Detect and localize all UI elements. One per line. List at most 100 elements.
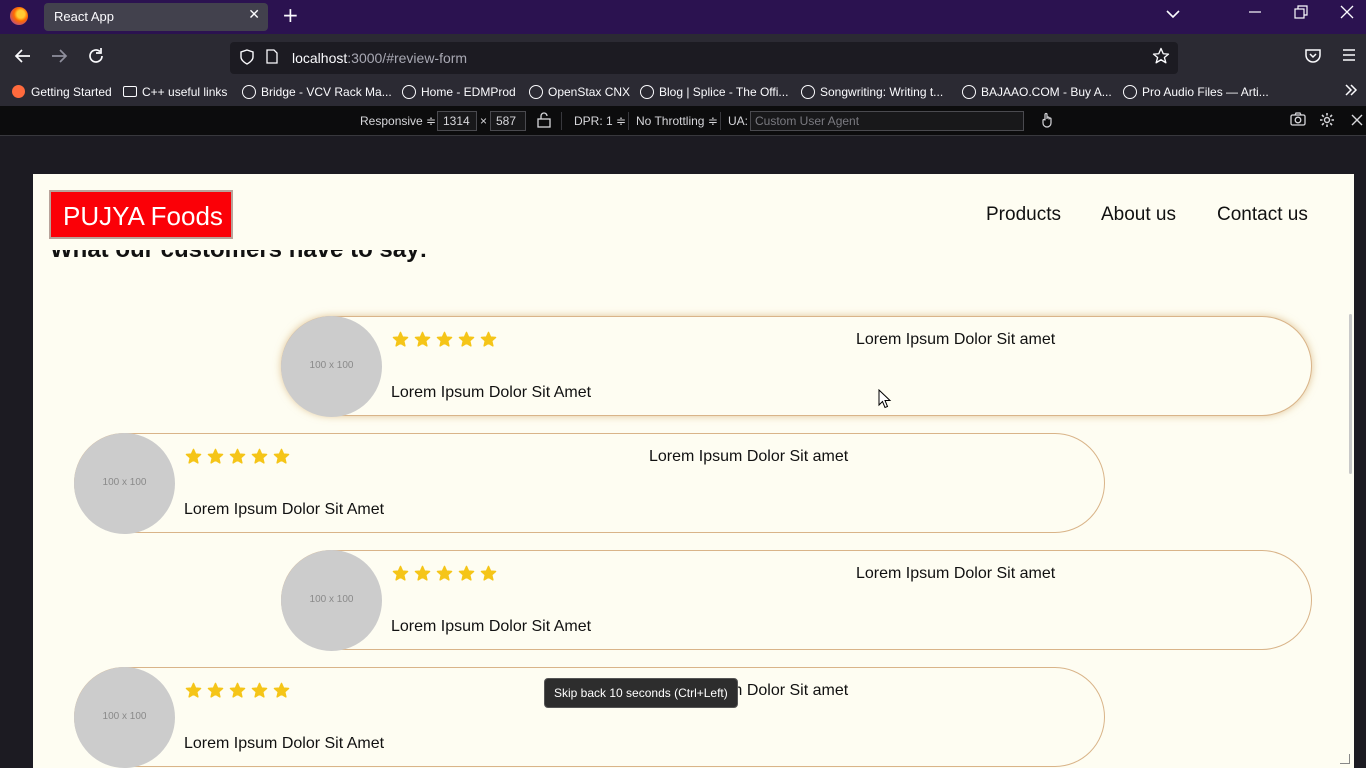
bookmark-label: Blog | Splice - The Offi... <box>659 85 789 99</box>
star-rating <box>185 448 295 468</box>
bookmark-item[interactable]: Pro Audio Files — Arti... <box>1123 85 1269 99</box>
viewport-height-input[interactable]: 587 <box>490 111 526 131</box>
restore-icon[interactable] <box>1286 5 1316 23</box>
nav-link-contact[interactable]: Contact us <box>1217 204 1308 226</box>
star-icon <box>392 331 409 348</box>
star-icon <box>229 448 246 465</box>
menu-icon[interactable] <box>1338 47 1360 67</box>
throttling-selector[interactable]: No Throttling ≑ <box>636 114 718 128</box>
rotate-viewport-icon[interactable] <box>536 112 552 132</box>
star-icon <box>273 448 290 465</box>
close-responsive-icon[interactable] <box>1351 112 1363 130</box>
star-icon <box>207 448 224 465</box>
media-tooltip: Skip back 10 seconds (Ctrl+Left) <box>544 678 738 708</box>
reviewer-avatar: 100 x 100 <box>281 550 382 651</box>
viewport-resize-handle[interactable] <box>1340 754 1350 764</box>
review-card[interactable]: 100 x 100 Lorem Ipsum Dolor Sit amet Lor… <box>74 433 1105 534</box>
minimize-icon[interactable] <box>1240 5 1270 23</box>
reviewer-avatar: 100 x 100 <box>74 433 175 534</box>
tab-close-icon[interactable]: ✕ <box>248 7 260 23</box>
star-icon <box>207 682 224 699</box>
avatar-placeholder-text: 100 x 100 <box>102 711 147 722</box>
page-scrollbar[interactable] <box>1349 314 1352 474</box>
site-header: PUJYA Foods Products About us Contact us <box>33 174 1354 250</box>
star-icon <box>273 682 290 699</box>
viewport-width-input[interactable]: 1314 <box>437 111 477 131</box>
reload-icon[interactable] <box>85 47 107 69</box>
more-bookmarks-icon[interactable] <box>1344 82 1358 101</box>
star-icon <box>414 331 431 348</box>
toolbar-separator <box>720 112 721 130</box>
bookmark-item[interactable]: BAJAAO.COM - Buy A... <box>962 85 1112 99</box>
bookmark-item[interactable]: Songwriting: Writing t... <box>801 85 943 99</box>
settings-gear-icon[interactable] <box>1319 112 1335 132</box>
brand-logo[interactable]: PUJYA Foods <box>49 190 233 239</box>
page-info-icon[interactable] <box>266 49 278 68</box>
navigation-toolbar: localhost:3000/#review-form <box>0 34 1366 80</box>
globe-icon <box>242 85 256 99</box>
globe-icon <box>640 85 654 99</box>
url-path: :3000/#review-form <box>347 50 468 66</box>
bookmark-label: Bridge - VCV Rack Ma... <box>261 85 392 99</box>
pocket-icon[interactable] <box>1302 47 1324 69</box>
bookmark-label: Songwriting: Writing t... <box>820 85 944 99</box>
firefox-icon <box>12 85 25 98</box>
avatar-placeholder-text: 100 x 100 <box>309 360 354 371</box>
url-text[interactable]: localhost:3000/#review-form <box>292 50 467 66</box>
brand-name: PUJYA Foods <box>63 201 223 231</box>
reviewer-avatar: 100 x 100 <box>281 316 382 417</box>
bookmarks-toolbar: Getting Started C++ useful links Bridge … <box>0 80 1366 106</box>
ua-label: UA: <box>728 114 749 128</box>
star-icon <box>251 682 268 699</box>
star-icon <box>458 331 475 348</box>
browser-tab[interactable]: React App ✕ <box>44 3 268 31</box>
address-bar[interactable]: localhost:3000/#review-form <box>230 42 1178 74</box>
bookmark-label: Getting Started <box>31 85 112 99</box>
url-host: localhost <box>292 50 348 66</box>
globe-icon <box>962 85 976 99</box>
bookmark-label: BAJAAO.COM - Buy A... <box>981 85 1112 99</box>
forward-icon[interactable] <box>48 47 70 69</box>
tracking-protection-icon[interactable] <box>240 49 254 69</box>
dpr-selector[interactable]: DPR: 1 ≑ <box>574 114 626 128</box>
firefox-icon[interactable] <box>10 7 28 25</box>
nav-link-products[interactable]: Products <box>986 204 1061 226</box>
bookmark-star-icon[interactable] <box>1152 47 1170 70</box>
dimension-separator: × <box>480 114 488 128</box>
bookmark-item[interactable]: Bridge - VCV Rack Ma... <box>242 85 392 99</box>
folder-icon <box>123 86 137 97</box>
bookmark-folder[interactable]: C++ useful links <box>123 85 227 99</box>
star-icon <box>392 565 409 582</box>
bookmark-item[interactable]: Home - EDMProd <box>402 85 516 99</box>
star-icon <box>185 682 202 699</box>
star-rating <box>392 331 502 351</box>
avatar-placeholder-text: 100 x 100 <box>102 477 147 488</box>
bookmark-label: Home - EDMProd <box>421 85 516 99</box>
user-agent-input[interactable]: Custom User Agent <box>750 111 1024 131</box>
touch-simulation-icon[interactable] <box>1040 112 1054 132</box>
device-selector[interactable]: Responsive ≑ <box>360 114 436 128</box>
review-title: Lorem Ipsum Dolor Sit amet <box>856 331 1056 348</box>
screenshot-icon[interactable] <box>1290 112 1306 130</box>
avatar-placeholder-text: 100 x 100 <box>309 594 354 605</box>
globe-icon <box>1123 85 1137 99</box>
review-body: Lorem Ipsum Dolor Sit Amet <box>184 501 385 518</box>
star-rating <box>185 682 295 702</box>
bookmark-item[interactable]: OpenStax CNX <box>529 85 630 99</box>
nav-link-about[interactable]: About us <box>1101 204 1176 226</box>
close-window-icon[interactable] <box>1332 5 1362 23</box>
star-icon <box>185 448 202 465</box>
new-tab-icon[interactable]: + <box>282 4 299 26</box>
bookmark-item[interactable]: Blog | Splice - The Offi... <box>640 85 788 99</box>
list-all-tabs-icon[interactable] <box>1166 7 1180 23</box>
star-icon <box>229 682 246 699</box>
star-icon <box>414 565 431 582</box>
toolbar-separator <box>561 112 562 130</box>
review-title: Lorem Ipsum Dolor Sit amet <box>649 448 849 465</box>
back-icon[interactable] <box>12 47 34 69</box>
mouse-cursor-icon <box>878 389 892 409</box>
bookmark-item[interactable]: Getting Started <box>12 85 112 99</box>
review-card[interactable]: 100 x 100 Lorem Ipsum Dolor Sit amet Lor… <box>281 550 1312 651</box>
star-icon <box>480 331 497 348</box>
review-card[interactable]: 100 x 100 Lorem Ipsum Dolor Sit amet Lor… <box>281 316 1312 417</box>
